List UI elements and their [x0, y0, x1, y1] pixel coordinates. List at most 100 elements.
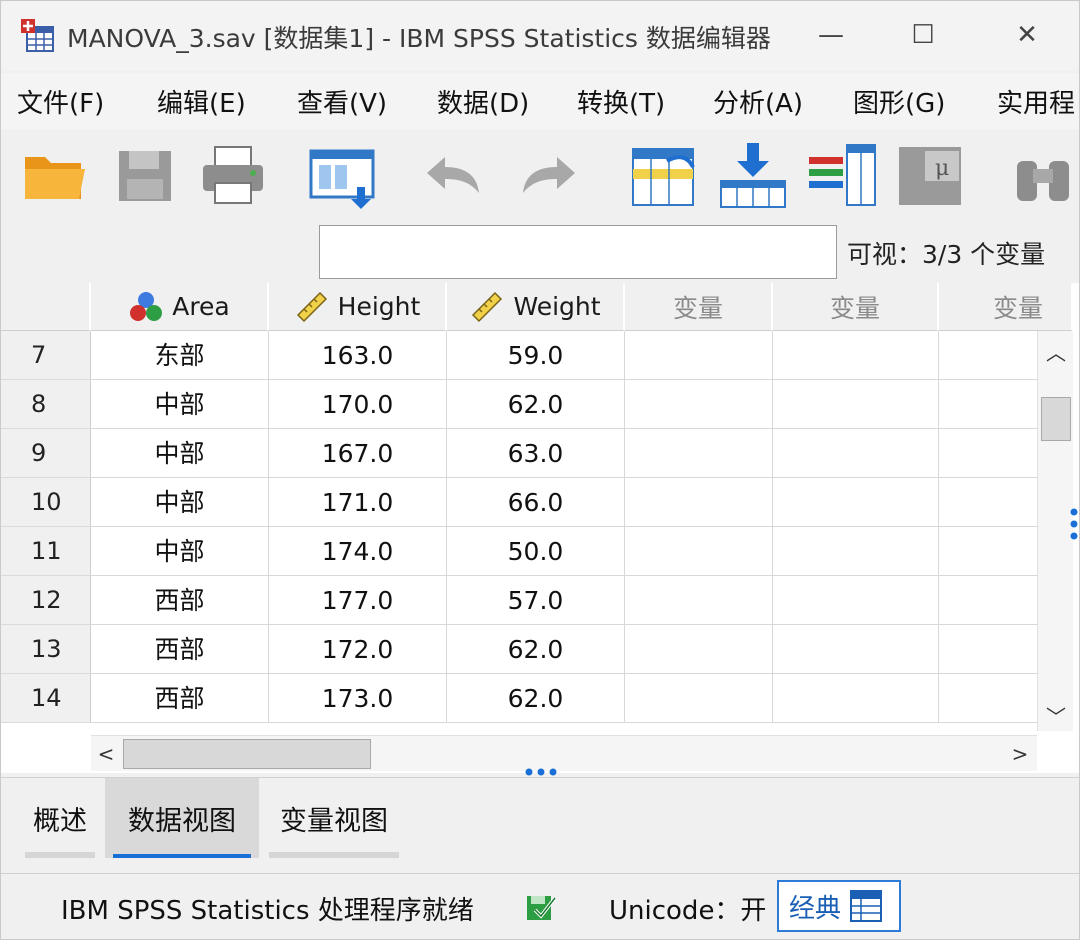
- cell-area[interactable]: 中部: [91, 527, 269, 576]
- cell-empty[interactable]: [625, 429, 773, 478]
- cell-empty[interactable]: [939, 576, 1041, 625]
- cell-height[interactable]: 171.0: [269, 478, 447, 527]
- cell-height[interactable]: 173.0: [269, 674, 447, 723]
- goto-variable-icon[interactable]: [717, 139, 789, 211]
- scroll-right-button[interactable]: >: [1005, 736, 1035, 772]
- vertical-scroll-thumb[interactable]: [1041, 397, 1071, 441]
- cell-empty[interactable]: [773, 527, 939, 576]
- cell-height[interactable]: 167.0: [269, 429, 447, 478]
- vertical-scrollbar[interactable]: ︿ ﹀: [1037, 331, 1073, 731]
- cell-weight[interactable]: 57.0: [447, 576, 625, 625]
- menu-transform[interactable]: 转换(T): [577, 83, 665, 120]
- cell-weight[interactable]: 59.0: [447, 331, 625, 380]
- cell-value-editor[interactable]: [319, 225, 837, 279]
- cell-empty[interactable]: [773, 576, 939, 625]
- table-row[interactable]: 9 中部 167.0 63.0: [1, 429, 1041, 478]
- column-header-height[interactable]: Height: [269, 283, 447, 331]
- cell-area[interactable]: 西部: [91, 625, 269, 674]
- menu-analyze[interactable]: 分析(A): [713, 83, 803, 120]
- cell-empty[interactable]: [939, 478, 1041, 527]
- row-number[interactable]: 9: [1, 429, 91, 478]
- cell-height[interactable]: 163.0: [269, 331, 447, 380]
- table-row[interactable]: 14 西部 173.0 62.0: [1, 674, 1041, 723]
- menu-graphs[interactable]: 图形(G): [853, 83, 945, 120]
- horizontal-scroll-thumb[interactable]: [123, 739, 371, 769]
- tab-variable-view[interactable]: 变量视图: [261, 778, 407, 858]
- cell-weight[interactable]: 62.0: [447, 625, 625, 674]
- print-icon[interactable]: [197, 139, 269, 211]
- row-number[interactable]: 8: [1, 380, 91, 429]
- cell-weight[interactable]: 62.0: [447, 674, 625, 723]
- close-button[interactable]: ✕: [1005, 15, 1049, 55]
- cell-area[interactable]: 西部: [91, 576, 269, 625]
- cell-empty[interactable]: [625, 527, 773, 576]
- tab-data-view[interactable]: 数据视图: [105, 778, 259, 858]
- cell-weight[interactable]: 66.0: [447, 478, 625, 527]
- row-number[interactable]: 7: [1, 331, 91, 380]
- cell-empty[interactable]: [939, 429, 1041, 478]
- cell-weight[interactable]: 62.0: [447, 380, 625, 429]
- minimize-button[interactable]: —: [809, 15, 853, 55]
- row-number[interactable]: 13: [1, 625, 91, 674]
- cell-empty[interactable]: [625, 576, 773, 625]
- cell-height[interactable]: 170.0: [269, 380, 447, 429]
- save-icon[interactable]: [109, 139, 181, 211]
- cell-weight[interactable]: 50.0: [447, 527, 625, 576]
- column-header-var-1[interactable]: 变量: [625, 283, 773, 331]
- find-icon[interactable]: [1007, 139, 1079, 211]
- scroll-left-button[interactable]: <: [91, 736, 121, 772]
- redo-icon[interactable]: [513, 139, 585, 211]
- dialog-recall-icon[interactable]: [307, 139, 379, 211]
- column-header-weight[interactable]: Weight: [447, 283, 625, 331]
- cell-empty[interactable]: [939, 674, 1041, 723]
- cell-empty[interactable]: [939, 527, 1041, 576]
- cell-empty[interactable]: [773, 478, 939, 527]
- row-number[interactable]: 11: [1, 527, 91, 576]
- table-row[interactable]: 8 中部 170.0 62.0: [1, 380, 1041, 429]
- goto-case-icon[interactable]: [627, 139, 699, 211]
- menu-data[interactable]: 数据(D): [437, 83, 529, 120]
- cell-area[interactable]: 中部: [91, 478, 269, 527]
- corner-header[interactable]: [1, 283, 91, 331]
- classic-mode-toggle[interactable]: 经典: [777, 880, 901, 932]
- cell-empty[interactable]: [939, 380, 1041, 429]
- column-header-area[interactable]: Area: [91, 283, 269, 331]
- side-grip-icon[interactable]: [1069, 506, 1079, 542]
- row-number[interactable]: 10: [1, 478, 91, 527]
- cell-empty[interactable]: [625, 625, 773, 674]
- scroll-down-button[interactable]: ﹀: [1038, 697, 1074, 733]
- menu-view[interactable]: 查看(V): [297, 83, 387, 120]
- cell-empty[interactable]: [773, 429, 939, 478]
- cell-empty[interactable]: [625, 674, 773, 723]
- cell-area[interactable]: 东部: [91, 331, 269, 380]
- value-labels-icon[interactable]: μ: [895, 139, 967, 211]
- cell-empty[interactable]: [625, 331, 773, 380]
- table-row[interactable]: 12 西部 177.0 57.0: [1, 576, 1041, 625]
- splitter-grip-icon[interactable]: [523, 767, 559, 777]
- column-header-var-2[interactable]: 变量: [773, 283, 939, 331]
- maximize-button[interactable]: ☐: [901, 15, 945, 55]
- menu-file[interactable]: 文件(F): [17, 83, 104, 120]
- cell-empty[interactable]: [625, 380, 773, 429]
- undo-icon[interactable]: [417, 139, 489, 211]
- cell-area[interactable]: 中部: [91, 380, 269, 429]
- scroll-up-button[interactable]: ︿: [1038, 333, 1074, 369]
- tab-overview[interactable]: 概述: [17, 778, 103, 858]
- cell-empty[interactable]: [773, 625, 939, 674]
- folder-open-icon[interactable]: [19, 139, 91, 211]
- menu-utilities[interactable]: 实用程: [997, 83, 1075, 120]
- cell-weight[interactable]: 63.0: [447, 429, 625, 478]
- cell-empty[interactable]: [939, 331, 1041, 380]
- cell-height[interactable]: 177.0: [269, 576, 447, 625]
- cell-empty[interactable]: [939, 625, 1041, 674]
- cell-area[interactable]: 中部: [91, 429, 269, 478]
- table-row[interactable]: 13 西部 172.0 62.0: [1, 625, 1041, 674]
- cell-height[interactable]: 174.0: [269, 527, 447, 576]
- cell-empty[interactable]: [773, 674, 939, 723]
- cell-empty[interactable]: [625, 478, 773, 527]
- table-row[interactable]: 10 中部 171.0 66.0: [1, 478, 1041, 527]
- table-row[interactable]: 7 东部 163.0 59.0: [1, 331, 1041, 380]
- row-number[interactable]: 12: [1, 576, 91, 625]
- column-header-var-3[interactable]: 变量: [939, 283, 1073, 331]
- horizontal-scrollbar[interactable]: < >: [91, 735, 1037, 771]
